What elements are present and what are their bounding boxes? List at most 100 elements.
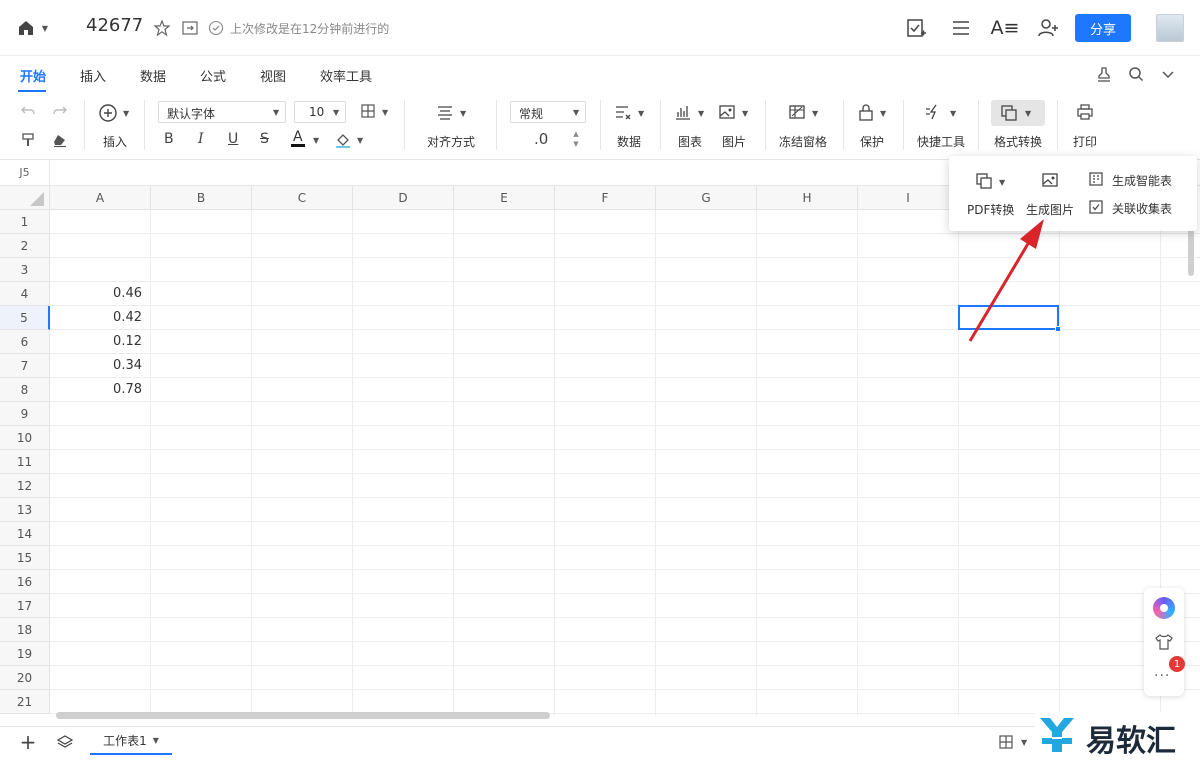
row-header-13[interactable]: 13 — [0, 498, 50, 522]
row-header-20[interactable]: 20 — [0, 666, 50, 690]
cell-a4[interactable]: 0.46 — [50, 282, 150, 306]
avatar[interactable] — [1156, 14, 1184, 42]
row-header-19[interactable]: 19 — [0, 642, 50, 666]
stamp-icon[interactable] — [1094, 64, 1114, 84]
protect-dropdown-icon[interactable]: ▼ — [880, 109, 886, 118]
cell-a5[interactable]: 0.42 — [50, 306, 150, 330]
row-header-16[interactable]: 16 — [0, 570, 50, 594]
search-icon[interactable] — [1126, 64, 1146, 84]
font-color-button[interactable]: A — [291, 130, 305, 147]
share-button[interactable]: 分享 — [1075, 14, 1131, 42]
redo-icon[interactable] — [52, 104, 70, 118]
menu-icon[interactable] — [949, 16, 973, 40]
row-header-2[interactable]: 2 — [0, 234, 50, 258]
generate-image-icon[interactable] — [1041, 172, 1059, 188]
format-painter-icon[interactable] — [20, 132, 38, 148]
fill-handle[interactable] — [1055, 326, 1061, 332]
row-header-7[interactable]: 7 — [0, 354, 50, 378]
align-dropdown-icon[interactable]: ▼ — [460, 109, 466, 118]
fill-color-dropdown-icon[interactable]: ▼ — [357, 136, 363, 145]
tab-insert[interactable]: 插入 — [80, 66, 106, 85]
insert-dropdown-icon[interactable]: ▼ — [123, 109, 129, 118]
link-collect-table-item[interactable]: 关联收集表 — [1112, 200, 1172, 217]
chart-label[interactable]: 图表 — [678, 133, 702, 150]
decimal-stepper-icon[interactable]: ▲ ▼ — [570, 129, 582, 149]
format-convert-dropdown-icon[interactable]: ▼ — [1025, 109, 1031, 118]
quick-tools-icon[interactable] — [924, 104, 946, 120]
italic-button[interactable]: I — [198, 131, 204, 147]
row-header-9[interactable]: 9 — [0, 402, 50, 426]
print-label[interactable]: 打印 — [1073, 133, 1097, 150]
row-header-3[interactable]: 3 — [0, 258, 50, 282]
lock-icon[interactable] — [858, 103, 876, 121]
column-header-h[interactable]: H — [757, 186, 858, 210]
row-header-14[interactable]: 14 — [0, 522, 50, 546]
data-label[interactable]: 数据 — [617, 133, 641, 150]
row-header-18[interactable]: 18 — [0, 618, 50, 642]
task-check-icon[interactable] — [904, 16, 928, 40]
freeze-dropdown-icon[interactable]: ▼ — [812, 109, 818, 118]
text-style-icon[interactable]: A≡ — [991, 16, 1020, 40]
row-header-17[interactable]: 17 — [0, 594, 50, 618]
chart-dropdown-icon[interactable]: ▼ — [698, 109, 704, 118]
font-family-select[interactable]: 默认字体 — [158, 101, 286, 123]
column-header-b[interactable]: B — [151, 186, 252, 210]
add-collaborator-icon[interactable] — [1036, 16, 1060, 40]
format-convert-icon[interactable] — [1000, 104, 1020, 122]
cell-a7[interactable]: 0.34 — [50, 354, 150, 378]
cell-reference-box[interactable]: J5 — [0, 160, 50, 186]
row-header-8[interactable]: 8 — [0, 378, 50, 402]
document-title[interactable]: 42677 — [86, 15, 143, 36]
row-header-12[interactable]: 12 — [0, 474, 50, 498]
row-header-21[interactable]: 21 — [0, 690, 50, 714]
row-header-6[interactable]: 6 — [0, 330, 50, 354]
format-convert-label[interactable]: 格式转换 — [994, 133, 1042, 150]
freeze-label[interactable]: 冻结窗格 — [779, 133, 827, 150]
column-header-f[interactable]: F — [555, 186, 656, 210]
align-icon[interactable] — [436, 104, 456, 120]
collect-table-icon[interactable] — [1089, 200, 1103, 214]
column-header-d[interactable]: D — [353, 186, 454, 210]
row-header-11[interactable]: 11 — [0, 450, 50, 474]
quick-tools-label[interactable]: 快捷工具 — [917, 133, 965, 150]
ai-assistant-icon[interactable] — [1153, 597, 1175, 619]
home-dropdown-icon[interactable]: ▼ — [40, 20, 50, 36]
more-icon[interactable]: ··· — [1154, 668, 1170, 684]
tab-start[interactable]: 开始 — [20, 66, 46, 85]
font-size-dropdown-icon[interactable]: ▼ — [333, 108, 339, 117]
smart-table-icon[interactable] — [1089, 172, 1103, 186]
decimal-button[interactable]: .0 — [534, 130, 548, 148]
vertical-scrollbar[interactable] — [1188, 226, 1194, 276]
align-label[interactable]: 对齐方式 — [427, 133, 475, 150]
bold-button[interactable]: B — [164, 131, 174, 147]
view-grid-icon[interactable] — [998, 734, 1014, 750]
border-icon[interactable] — [360, 103, 378, 119]
cell-a8[interactable]: 0.78 — [50, 378, 150, 402]
move-to-folder-icon[interactable] — [180, 18, 200, 38]
eraser-icon[interactable] — [52, 132, 70, 148]
column-header-e[interactable]: E — [454, 186, 555, 210]
star-icon[interactable] — [152, 18, 172, 38]
horizontal-scrollbar[interactable] — [56, 712, 550, 719]
cell-a6[interactable]: 0.12 — [50, 330, 150, 354]
image-dropdown-icon[interactable]: ▼ — [742, 109, 748, 118]
font-family-dropdown-icon[interactable]: ▼ — [273, 108, 279, 117]
data-dropdown-icon[interactable]: ▼ — [638, 109, 644, 118]
column-header-c[interactable]: C — [252, 186, 353, 210]
tab-efficiency-tools[interactable]: 效率工具 — [320, 66, 372, 85]
print-icon[interactable] — [1076, 104, 1094, 120]
row-header-5[interactable]: 5 — [0, 306, 50, 330]
undo-icon[interactable] — [20, 104, 38, 118]
sheet-tab[interactable]: 工作表1 ▼ — [90, 727, 172, 755]
sheet-tab-dropdown-icon[interactable]: ▼ — [153, 736, 159, 745]
pdf-convert-icon[interactable] — [975, 172, 995, 190]
image-label[interactable]: 图片 — [722, 133, 746, 150]
generate-smart-table-item[interactable]: 生成智能表 — [1112, 172, 1172, 189]
fill-color-icon[interactable] — [334, 131, 352, 149]
sheets-list-icon[interactable] — [55, 733, 75, 751]
freeze-panes-icon[interactable] — [788, 104, 808, 120]
underline-button[interactable]: U — [228, 131, 238, 147]
number-format-dropdown-icon[interactable]: ▼ — [573, 108, 579, 117]
row-header-10[interactable]: 10 — [0, 426, 50, 450]
strikethrough-button[interactable]: S — [260, 131, 269, 147]
